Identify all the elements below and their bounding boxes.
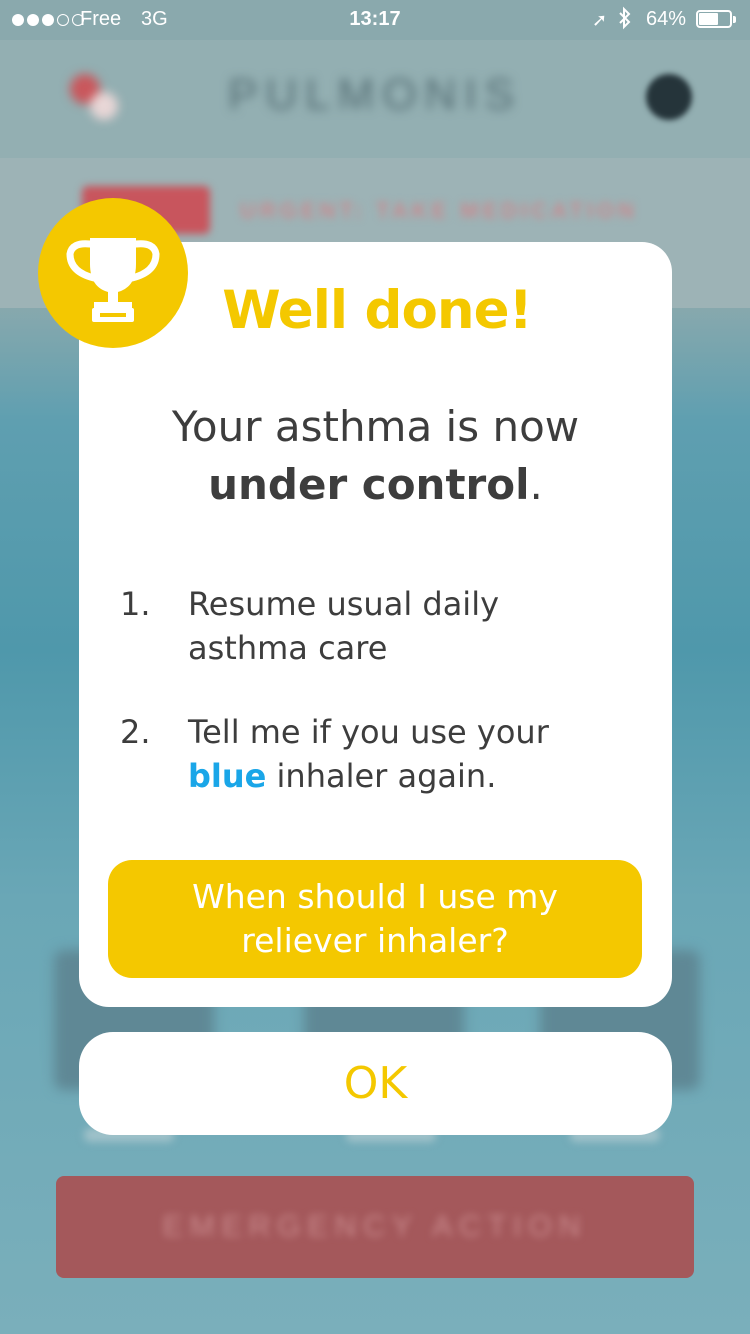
dialog-title: Well done! — [222, 280, 533, 341]
blue-highlight: blue — [188, 757, 267, 795]
emergency-action-button[interactable]: EMERGENCY ACTION — [56, 1176, 694, 1278]
reliever-button-label: When should I use my reliever inhaler? — [192, 877, 558, 960]
status-bar: Free 3G 13:17 ➚ 64% — [0, 0, 750, 40]
app-logo-icon — [66, 70, 122, 126]
location-arrow-icon: ➚ — [592, 10, 608, 30]
dialog-headline: Your asthma is now under control. — [171, 402, 580, 509]
list-item: 1. Resume usual daily asthma care — [120, 582, 620, 670]
battery-icon — [696, 10, 736, 28]
status-time: 13:17 — [349, 8, 401, 30]
step-text: Tell me if you use your blue inhaler agai… — [188, 713, 549, 795]
reliever-info-button[interactable]: When should I use my reliever inhaler? — [108, 860, 642, 978]
battery-percent: 64% — [646, 8, 687, 30]
ok-button[interactable]: OK — [79, 1032, 672, 1135]
settings-icon[interactable] — [646, 74, 692, 120]
bluetooth-icon — [618, 6, 632, 36]
urgent-label: URGENT: TAKE MEDICATION — [240, 198, 638, 223]
step-text: Resume usual daily asthma care — [188, 585, 500, 667]
headline-emphasis: under control — [208, 460, 530, 509]
app-title: PULMONIS — [228, 70, 522, 119]
step-number: 2. — [120, 713, 151, 751]
step-number: 1. — [120, 585, 151, 623]
list-item: 2. Tell me if you use your blue inhaler a… — [120, 710, 620, 798]
